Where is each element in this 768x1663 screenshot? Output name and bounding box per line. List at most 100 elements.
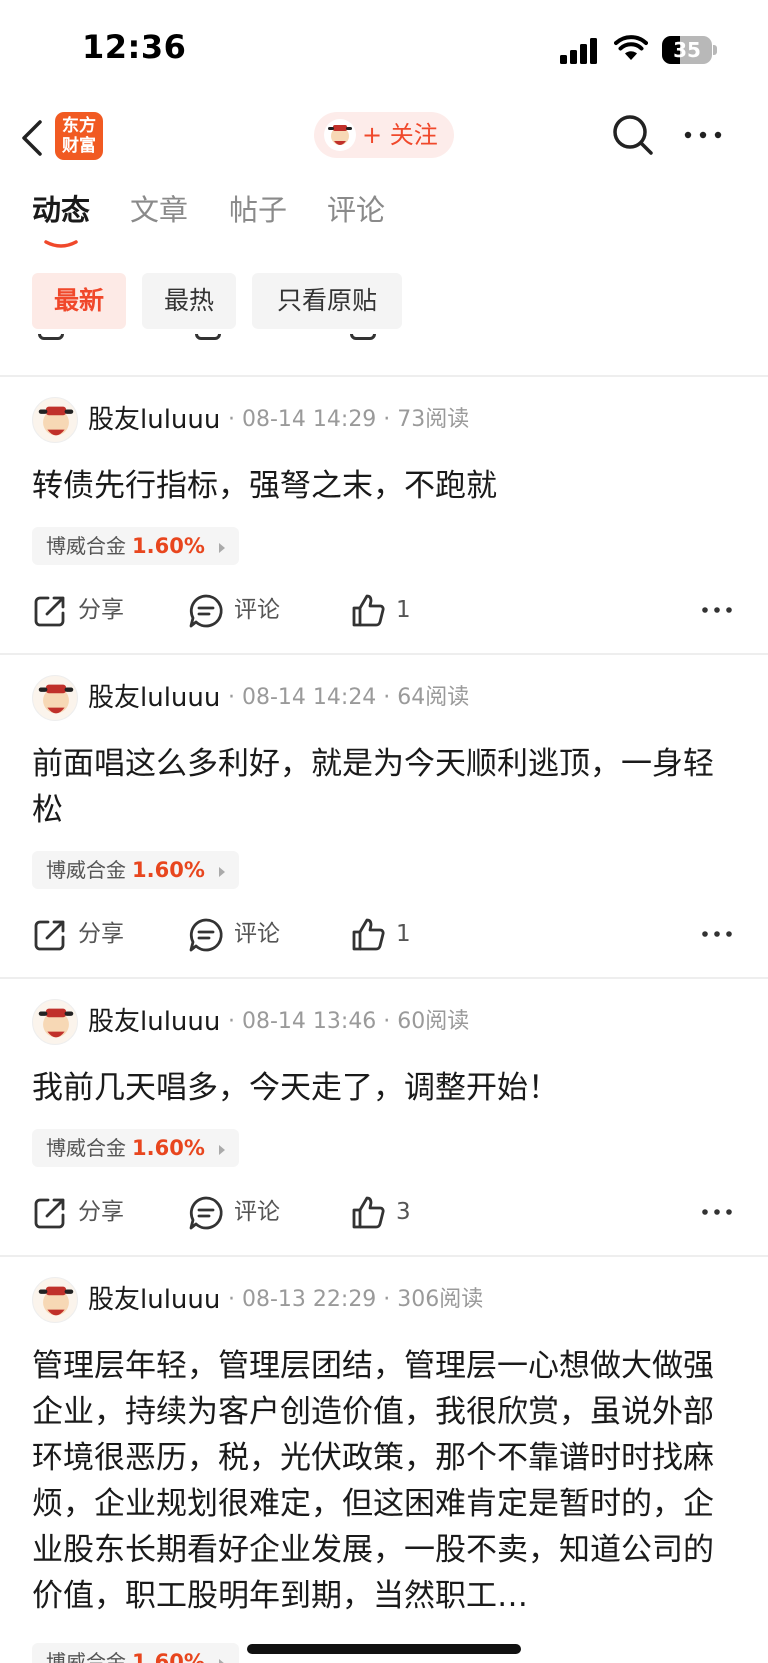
post-actions: 分享 评论 1 xyxy=(32,909,742,959)
share-icon xyxy=(34,596,65,627)
chevron-right-icon xyxy=(218,542,225,553)
filter-latest[interactable]: 最新 xyxy=(32,273,126,329)
share-button[interactable]: 分享 xyxy=(32,1187,132,1237)
wifi-icon xyxy=(614,35,648,60)
share-label: 分享 xyxy=(78,597,124,623)
stock-name: 博威合金 xyxy=(46,1650,126,1663)
author-name[interactable]: 股友luluuu xyxy=(88,675,220,721)
stock-tag[interactable]: 博威合金 1.60% xyxy=(32,1129,239,1167)
tab-posts[interactable]: 帖子 xyxy=(229,190,287,230)
post-actions: 分享 评论 1 xyxy=(32,585,742,635)
post-item[interactable]: 股友luluuu · 08-14 13:46 · 60阅读 我前几天唱多，今天走… xyxy=(0,979,768,1255)
comment-icon xyxy=(189,918,223,952)
tab-articles[interactable]: 文章 xyxy=(130,190,188,230)
comment-button[interactable]: 评论 xyxy=(188,585,288,635)
page: 12:36 35 东方 财富 + 关注 动态 文章 帖子 评论 最新 最热 只看… xyxy=(0,0,768,1663)
post-item[interactable]: 股友luluuu · 08-14 14:29 · 73阅读 转债先行指标，强弩之… xyxy=(0,377,768,653)
tab-comments[interactable]: 评论 xyxy=(327,190,385,230)
nav-bar: 东方 财富 + 关注 xyxy=(0,100,768,172)
post-text[interactable]: 我前几天唱多，今天走了，调整开始！ xyxy=(32,1065,737,1111)
author-name[interactable]: 股友luluuu xyxy=(88,397,220,443)
search-icon[interactable] xyxy=(610,112,656,158)
share-button[interactable]: 分享 xyxy=(32,909,132,959)
scrolled-action-row xyxy=(0,334,768,354)
comment-label: 评论 xyxy=(234,921,280,947)
status-bar: 12:36 35 xyxy=(0,0,768,100)
post-header: 股友luluuu · 08-14 13:46 · 60阅读 xyxy=(32,999,752,1047)
post-text[interactable]: 管理层年轻，管理层团结，管理层一心想做大做强企业，持续为客户创造价值，我很欣赏，… xyxy=(32,1343,737,1619)
stock-tag[interactable]: 博威合金 1.60% xyxy=(32,1643,239,1663)
post-item[interactable]: 股友luluuu · 08-13 22:29 · 306阅读 管理层年轻，管理层… xyxy=(0,1257,768,1663)
thumbs-up-icon xyxy=(352,918,385,951)
share-label: 分享 xyxy=(78,921,124,947)
like-count: 1 xyxy=(396,921,411,947)
post-meta: · 08-14 14:29 · 73阅读 xyxy=(228,407,470,432)
content-tabs: 动态 文章 帖子 评论 xyxy=(0,190,768,250)
comment-label: 评论 xyxy=(234,1199,280,1225)
post-text[interactable]: 前面唱这么多利好，就是为今天顺利逃顶，一身轻松 xyxy=(32,741,737,833)
battery-icon: 35 xyxy=(662,36,717,64)
thumbs-up-icon xyxy=(352,594,385,627)
share-button[interactable]: 分享 xyxy=(32,585,132,635)
like-button[interactable]: 3 xyxy=(350,1187,430,1237)
post-header: 股友luluuu · 08-13 22:29 · 306阅读 xyxy=(32,1277,752,1325)
like-count: 3 xyxy=(396,1199,411,1225)
follow-label: + 关注 xyxy=(362,121,438,149)
share-icon xyxy=(34,920,65,951)
more-options-icon[interactable] xyxy=(700,595,734,625)
tab-dynamics[interactable]: 动态 xyxy=(32,190,90,230)
fortune-god-icon xyxy=(328,125,352,145)
post-header: 股友luluuu · 08-14 14:24 · 64阅读 xyxy=(32,675,752,723)
post-meta: · 08-13 22:29 · 306阅读 xyxy=(228,1287,484,1312)
more-options-icon[interactable] xyxy=(682,120,724,150)
like-count: 1 xyxy=(396,597,411,623)
active-tab-indicator xyxy=(44,240,78,248)
home-indicator[interactable] xyxy=(247,1644,521,1654)
share-label: 分享 xyxy=(78,1199,124,1225)
fortune-god-icon xyxy=(38,1286,74,1316)
like-button[interactable]: 1 xyxy=(350,585,430,635)
app-logo: 东方 财富 xyxy=(55,112,103,160)
cellular-signal-icon xyxy=(560,38,597,64)
stock-change: 1.60% xyxy=(132,1136,205,1160)
comment-icon xyxy=(189,1196,223,1230)
author-name[interactable]: 股友luluuu xyxy=(88,999,220,1045)
filter-hot[interactable]: 最热 xyxy=(142,273,236,329)
post-meta: · 08-14 14:24 · 64阅读 xyxy=(228,685,470,710)
stock-name: 博威合金 xyxy=(46,1136,126,1160)
comment-button[interactable]: 评论 xyxy=(188,909,288,959)
post-item[interactable]: 股友luluuu · 08-14 14:24 · 64阅读 前面唱这么多利好，就… xyxy=(0,655,768,977)
stock-change: 1.60% xyxy=(132,534,205,558)
post-text[interactable]: 转债先行指标，强弩之末，不跑就 xyxy=(32,463,737,509)
share-icon xyxy=(34,1198,65,1229)
avatar[interactable] xyxy=(32,1277,78,1323)
post-header: 股友luluuu · 08-14 14:29 · 73阅读 xyxy=(32,397,752,445)
stock-tag[interactable]: 博威合金 1.60% xyxy=(32,851,239,889)
chevron-right-icon xyxy=(218,866,225,877)
thumbs-up-icon xyxy=(352,1196,385,1229)
post-actions: 分享 评论 3 xyxy=(32,1187,742,1237)
chevron-right-icon xyxy=(218,1144,225,1155)
more-options-icon[interactable] xyxy=(700,919,734,949)
comment-button[interactable]: 评论 xyxy=(188,1187,288,1237)
stock-name: 博威合金 xyxy=(46,858,126,882)
fortune-god-icon xyxy=(38,406,74,436)
stock-name: 博威合金 xyxy=(46,534,126,558)
more-options-icon[interactable] xyxy=(700,1197,734,1227)
status-time: 12:36 xyxy=(82,28,187,66)
fortune-god-icon xyxy=(38,684,74,714)
user-avatar-small xyxy=(324,119,356,151)
author-name[interactable]: 股友luluuu xyxy=(88,1277,220,1323)
stock-tag[interactable]: 博威合金 1.60% xyxy=(32,527,239,565)
chevron-right-icon xyxy=(218,1658,225,1663)
fortune-god-icon xyxy=(38,1008,74,1038)
filter-original-only[interactable]: 只看原贴 xyxy=(252,273,402,329)
avatar[interactable] xyxy=(32,999,78,1045)
follow-button[interactable]: + 关注 xyxy=(314,112,454,158)
avatar[interactable] xyxy=(32,675,78,721)
avatar[interactable] xyxy=(32,397,78,443)
comment-label: 评论 xyxy=(234,597,280,623)
back-icon[interactable] xyxy=(18,118,48,158)
stock-change: 1.60% xyxy=(132,858,205,882)
like-button[interactable]: 1 xyxy=(350,909,430,959)
